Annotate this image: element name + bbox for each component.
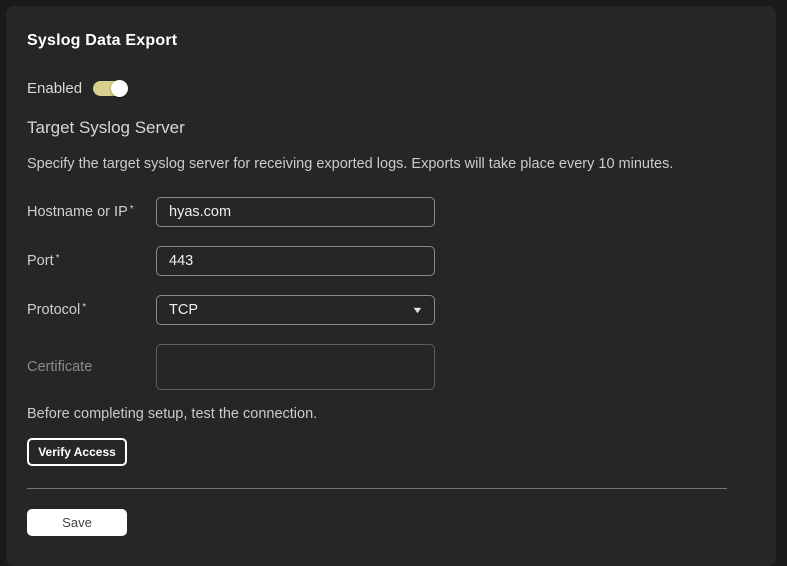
port-label: Port* (27, 253, 156, 269)
toggle-knob-icon (111, 80, 128, 97)
certificate-input (156, 344, 435, 390)
save-button[interactable]: Save (27, 509, 127, 536)
page-title: Syslog Data Export (27, 32, 755, 50)
hostname-label: Hostname or IP* (27, 204, 156, 220)
divider (27, 488, 727, 489)
required-marker: * (82, 302, 86, 313)
connection-test-note: Before completing setup, test the connec… (27, 406, 755, 422)
certificate-row: Certificate (27, 344, 755, 390)
port-label-text: Port (27, 253, 54, 269)
hostname-label-text: Hostname or IP (27, 204, 128, 220)
protocol-label-text: Protocol (27, 302, 80, 318)
port-row: Port* (27, 246, 755, 276)
certificate-label: Certificate (27, 359, 156, 375)
protocol-selected-value: TCP (169, 302, 198, 318)
enabled-toggle[interactable] (93, 81, 127, 96)
hostname-input[interactable] (156, 197, 435, 227)
section-description: Specify the target syslog server for rec… (27, 156, 755, 173)
protocol-select[interactable]: TCP ▼ (156, 295, 435, 325)
hostname-row: Hostname or IP* (27, 197, 755, 227)
protocol-label: Protocol* (27, 302, 156, 318)
chevron-down-icon: ▼ (411, 306, 423, 315)
protocol-row: Protocol* TCP ▼ (27, 295, 755, 325)
syslog-export-panel: Syslog Data Export Enabled Target Syslog… (6, 6, 776, 566)
verify-access-button[interactable]: Verify Access (27, 438, 127, 466)
enabled-label: Enabled (27, 80, 82, 97)
section-heading: Target Syslog Server (27, 118, 755, 138)
port-input[interactable] (156, 246, 435, 276)
required-marker: * (56, 253, 60, 264)
required-marker: * (130, 204, 134, 215)
enabled-row: Enabled (27, 80, 755, 97)
